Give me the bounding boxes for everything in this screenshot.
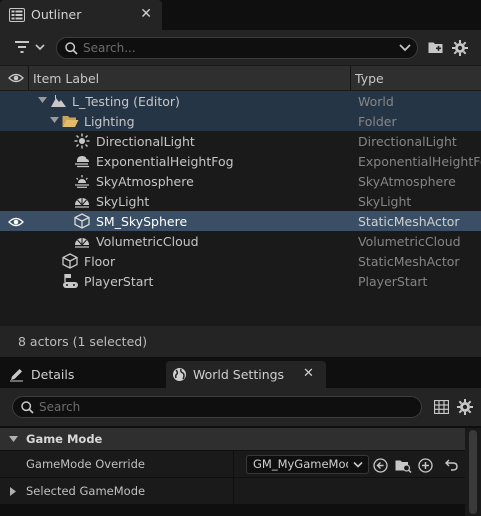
- tree-row-actor[interactable]: SkyAtmosphere SkyAtmosphere: [0, 171, 481, 191]
- tree-item-label: SkyAtmosphere: [96, 174, 194, 189]
- outliner-column-header: Item Label Type: [0, 65, 481, 91]
- tree-item-label: L_Testing (Editor): [72, 94, 180, 109]
- tree-item-label: SkyLight: [96, 194, 150, 209]
- chevron-down-icon: [353, 461, 363, 469]
- filter-button[interactable]: [14, 38, 46, 56]
- tree-item-type: PlayerStart: [358, 274, 428, 289]
- combo-value: GM_MyGameMode: [253, 457, 348, 471]
- tree-item-type: World: [358, 94, 394, 109]
- tree-item-label: Floor: [84, 254, 116, 269]
- tree-item-type: ExponentialHeightFog: [358, 154, 481, 169]
- player-start-icon: [62, 273, 79, 289]
- tree-item-label: PlayerStart: [84, 274, 154, 289]
- property-label: GameMode Override: [26, 457, 145, 471]
- column-header-item-label[interactable]: Item Label: [33, 71, 99, 86]
- tree-item-type: StaticMeshActor: [358, 254, 460, 269]
- sky-atmosphere-icon: [74, 173, 90, 189]
- outliner-tab-label: Outliner: [31, 7, 82, 22]
- scrollbar-thumb[interactable]: [469, 430, 477, 514]
- tab-details-label: Details: [31, 367, 75, 382]
- tree-row-level[interactable]: L_Testing (Editor) World: [0, 91, 481, 111]
- property-row-gamemode-override: GameMode Override GM_MyGameMode: [0, 451, 465, 478]
- globe-icon: [172, 367, 187, 382]
- folder-open-icon: [62, 115, 79, 128]
- tree-item-type: StaticMeshActor: [358, 214, 460, 229]
- details-search-input[interactable]: Search: [12, 396, 422, 418]
- gamemode-override-combo[interactable]: GM_MyGameMode: [246, 455, 369, 474]
- reset-to-default-icon[interactable]: [445, 459, 458, 471]
- settings-gear-icon[interactable]: [452, 40, 468, 56]
- visibility-eye-icon[interactable]: [8, 217, 24, 227]
- expand-arrow-icon[interactable]: [10, 487, 17, 496]
- tree-row-actor[interactable]: DirectionalLight DirectionalLight: [0, 131, 481, 151]
- settings-gear-icon[interactable]: [457, 399, 473, 415]
- outliner-status-bar: 8 actors (1 selected): [0, 326, 481, 357]
- search-placeholder: Search...: [83, 41, 136, 55]
- tree-item-label: SM_SkySphere: [96, 214, 188, 229]
- tree-item-label: Lighting: [84, 114, 135, 129]
- expand-arrow-icon[interactable]: [9, 436, 18, 443]
- tree-item-type: DirectionalLight: [358, 134, 457, 149]
- search-icon: [65, 42, 78, 55]
- property-label: Selected GameMode: [26, 484, 146, 498]
- add-folder-icon[interactable]: [428, 40, 443, 54]
- use-selected-arrow-icon[interactable]: [373, 458, 388, 473]
- search-placeholder: Search: [39, 400, 81, 414]
- outliner-search-input[interactable]: Search...: [56, 37, 418, 59]
- outliner-tab[interactable]: Outliner ✕: [0, 0, 162, 30]
- expand-arrow-icon[interactable]: [50, 117, 59, 124]
- height-fog-icon: [74, 153, 90, 169]
- outliner-icon: [9, 8, 25, 22]
- property-divider[interactable]: [233, 451, 234, 478]
- browse-folder-icon[interactable]: [395, 458, 412, 473]
- tree-row-actor[interactable]: VolumetricCloud VolumetricCloud: [0, 231, 481, 251]
- level-icon: [51, 95, 66, 107]
- table-view-icon[interactable]: [434, 400, 449, 414]
- tree-row-actor[interactable]: ExponentialHeightFog ExponentialHeightFo…: [0, 151, 481, 171]
- actor-count-status: 8 actors (1 selected): [18, 334, 148, 349]
- tree-row-actor[interactable]: Floor StaticMeshActor: [0, 251, 481, 271]
- tab-world-settings-label: World Settings: [193, 367, 285, 382]
- tree-item-type: SkyAtmosphere: [358, 174, 456, 189]
- static-mesh-icon: [62, 253, 78, 269]
- world-settings-close-button[interactable]: ✕: [303, 366, 314, 381]
- details-tab-bar: Details World Settings ✕: [0, 361, 481, 388]
- column-header-type[interactable]: Type: [355, 71, 384, 86]
- expand-arrow-icon[interactable]: [38, 97, 47, 104]
- tree-item-label: ExponentialHeightFog: [96, 154, 234, 169]
- column-divider[interactable]: [28, 66, 29, 90]
- search-icon: [21, 401, 34, 414]
- chevron-down-icon[interactable]: [399, 43, 411, 53]
- tab-world-settings[interactable]: World Settings ✕: [166, 361, 326, 388]
- tree-item-label: VolumetricCloud: [96, 234, 199, 249]
- tree-row-actor-selected[interactable]: SM_SkySphere StaticMeshActor: [0, 211, 481, 231]
- visibility-eye-icon[interactable]: [8, 73, 24, 83]
- outliner-close-button[interactable]: ✕: [140, 6, 152, 22]
- tab-details[interactable]: Details: [0, 361, 164, 388]
- section-title: Game Mode: [26, 432, 103, 446]
- tree-row-folder[interactable]: Lighting Folder: [0, 111, 481, 131]
- tree-row-actor[interactable]: PlayerStart PlayerStart: [0, 271, 481, 291]
- add-circle-icon[interactable]: [418, 458, 433, 473]
- volumetric-cloud-icon: [74, 233, 90, 249]
- column-divider[interactable]: [350, 66, 351, 90]
- directional-light-icon: [74, 133, 90, 149]
- property-row-selected-gamemode[interactable]: Selected GameMode: [0, 478, 465, 505]
- tree-item-type: Folder: [358, 114, 397, 129]
- static-mesh-icon: [74, 213, 90, 229]
- property-divider[interactable]: [233, 478, 234, 505]
- outliner-toolbar: Search...: [0, 30, 481, 65]
- tree-item-label: DirectionalLight: [96, 134, 195, 149]
- section-header-game-mode[interactable]: Game Mode: [0, 428, 465, 450]
- details-toolbar: Search: [0, 388, 481, 426]
- details-scrollbar[interactable]: [465, 428, 481, 516]
- outliner-tree: L_Testing (Editor) World Lighting Folder…: [0, 91, 481, 326]
- tree-item-type: SkyLight: [358, 194, 412, 209]
- pencil-icon: [9, 367, 24, 382]
- tree-item-type: VolumetricCloud: [358, 234, 461, 249]
- sky-light-icon: [74, 193, 90, 209]
- tree-row-actor[interactable]: SkyLight SkyLight: [0, 191, 481, 211]
